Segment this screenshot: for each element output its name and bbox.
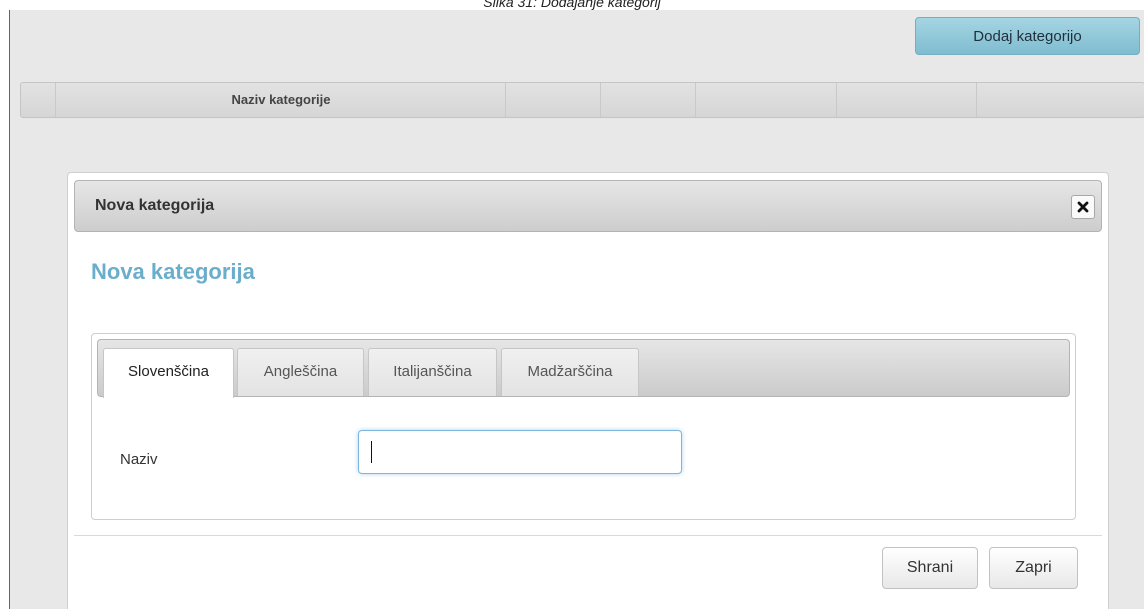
dialog-footer-divider	[74, 535, 1102, 536]
dialog-header: Nova kategorija	[74, 180, 1102, 232]
grid-column-divider	[695, 83, 696, 117]
text-caret	[371, 441, 372, 463]
dialog-heading: Nova kategorija	[91, 259, 255, 284]
dialog-title: Nova kategorija	[95, 197, 215, 214]
name-input[interactable]	[358, 430, 682, 474]
grid-column-name-header[interactable]: Naziv kategorije	[56, 83, 506, 117]
name-field-label: Naziv	[120, 451, 158, 468]
new-category-dialog: Nova kategorija Nova kategorija Slovenšč…	[67, 172, 1109, 609]
grid-header: Naziv kategorije	[20, 82, 1144, 118]
tab-anglescina[interactable]: Angleščina	[237, 348, 364, 396]
close-button[interactable]: Zapri	[989, 547, 1078, 589]
tab-italijanscina[interactable]: Italijanščina	[368, 348, 497, 396]
tab-madzarscina[interactable]: Madžarščina	[501, 348, 639, 396]
language-tab-bar: Slovenščina Angleščina Italijanščina Mad…	[97, 339, 1070, 398]
grid-column-divider	[505, 83, 506, 117]
close-dialog-button[interactable]	[1071, 195, 1095, 219]
close-icon	[1077, 201, 1089, 213]
add-category-button[interactable]: Dodaj kategorijo	[915, 17, 1140, 55]
save-button[interactable]: Shrani	[882, 547, 978, 589]
figure-caption-text: Slika 31: Dodajanje kategorij	[483, 0, 661, 10]
grid-column-divider	[600, 83, 601, 117]
grid-column-divider	[836, 83, 837, 117]
figure-caption: Slika 31: Dodajanje kategorij	[0, 0, 1144, 10]
language-tab-panel: Slovenščina Angleščina Italijanščina Mad…	[91, 333, 1076, 520]
grid-column-divider	[976, 83, 977, 117]
tab-slovenscina[interactable]: Slovenščina	[103, 348, 234, 398]
